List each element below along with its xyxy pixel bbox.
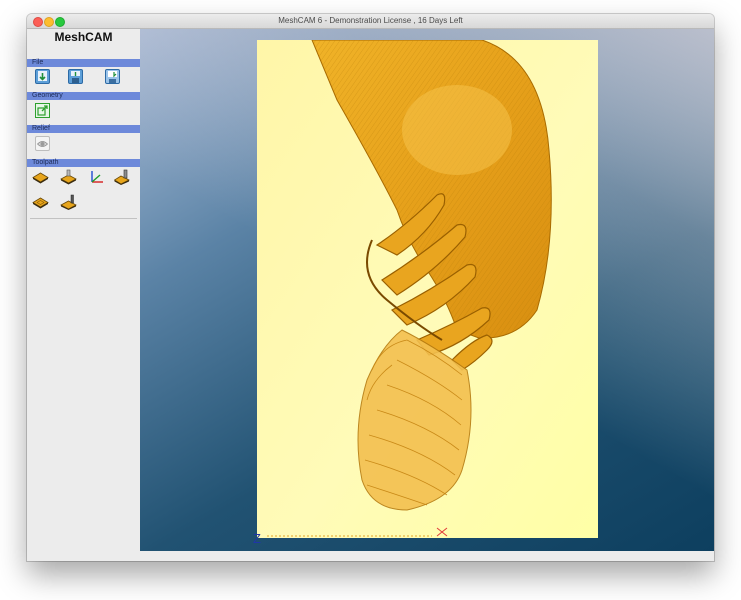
app-name: MeshCAM: [54, 30, 113, 44]
set-origin-icon: [90, 170, 103, 183]
arm-highlight: [402, 85, 512, 175]
open-geometry-icon: [35, 69, 50, 84]
section-header-toolpath: Toolpath: [27, 159, 140, 167]
title-bar[interactable]: MeshCAM 6 - Demonstration License , 16 D…: [27, 14, 714, 29]
save-gcode-button[interactable]: [104, 69, 121, 84]
section-header-relief: Relief: [27, 125, 140, 133]
save-job-button[interactable]: [67, 69, 84, 84]
3d-viewport[interactable]: Z: [140, 29, 714, 551]
sidebar-divider: [30, 218, 137, 219]
stock-setup-button[interactable]: [32, 170, 49, 185]
z-axis-label: Z: [253, 531, 261, 546]
machining-region-icon: [60, 169, 77, 184]
calculate-toolpath-button[interactable]: [32, 195, 49, 210]
tool-library-button[interactable]: [114, 169, 131, 185]
resize-geometry-button[interactable]: [34, 103, 51, 118]
set-origin-button[interactable]: [88, 169, 105, 184]
app-window: MeshCAM 6 - Demonstration License , 16 D…: [27, 14, 714, 561]
relief-icon: [35, 136, 50, 151]
status-bar: [140, 551, 714, 561]
section-header-geometry: Geometry: [27, 92, 140, 100]
section-header-file: File: [27, 59, 140, 67]
window-title: MeshCAM 6 - Demonstration License , 16 D…: [278, 16, 463, 25]
stock-setup-icon: [32, 172, 49, 184]
calculate-toolpath-icon: [32, 197, 49, 209]
stock-block-with-relief-model[interactable]: [257, 40, 598, 538]
save-job-icon: [68, 69, 83, 84]
save-gcode-icon: [105, 69, 120, 84]
resize-geometry-icon: [35, 103, 50, 118]
simulate-toolpath-icon: [60, 194, 77, 210]
machining-region-button[interactable]: [60, 169, 77, 184]
tool-library-icon: [114, 169, 130, 185]
relief-button[interactable]: [34, 136, 51, 151]
open-geometry-button[interactable]: [34, 69, 51, 84]
simulate-toolpath-button[interactable]: [60, 194, 77, 210]
tool-sidebar: MeshCAM File Geometry Relief Toolpath: [27, 29, 141, 561]
